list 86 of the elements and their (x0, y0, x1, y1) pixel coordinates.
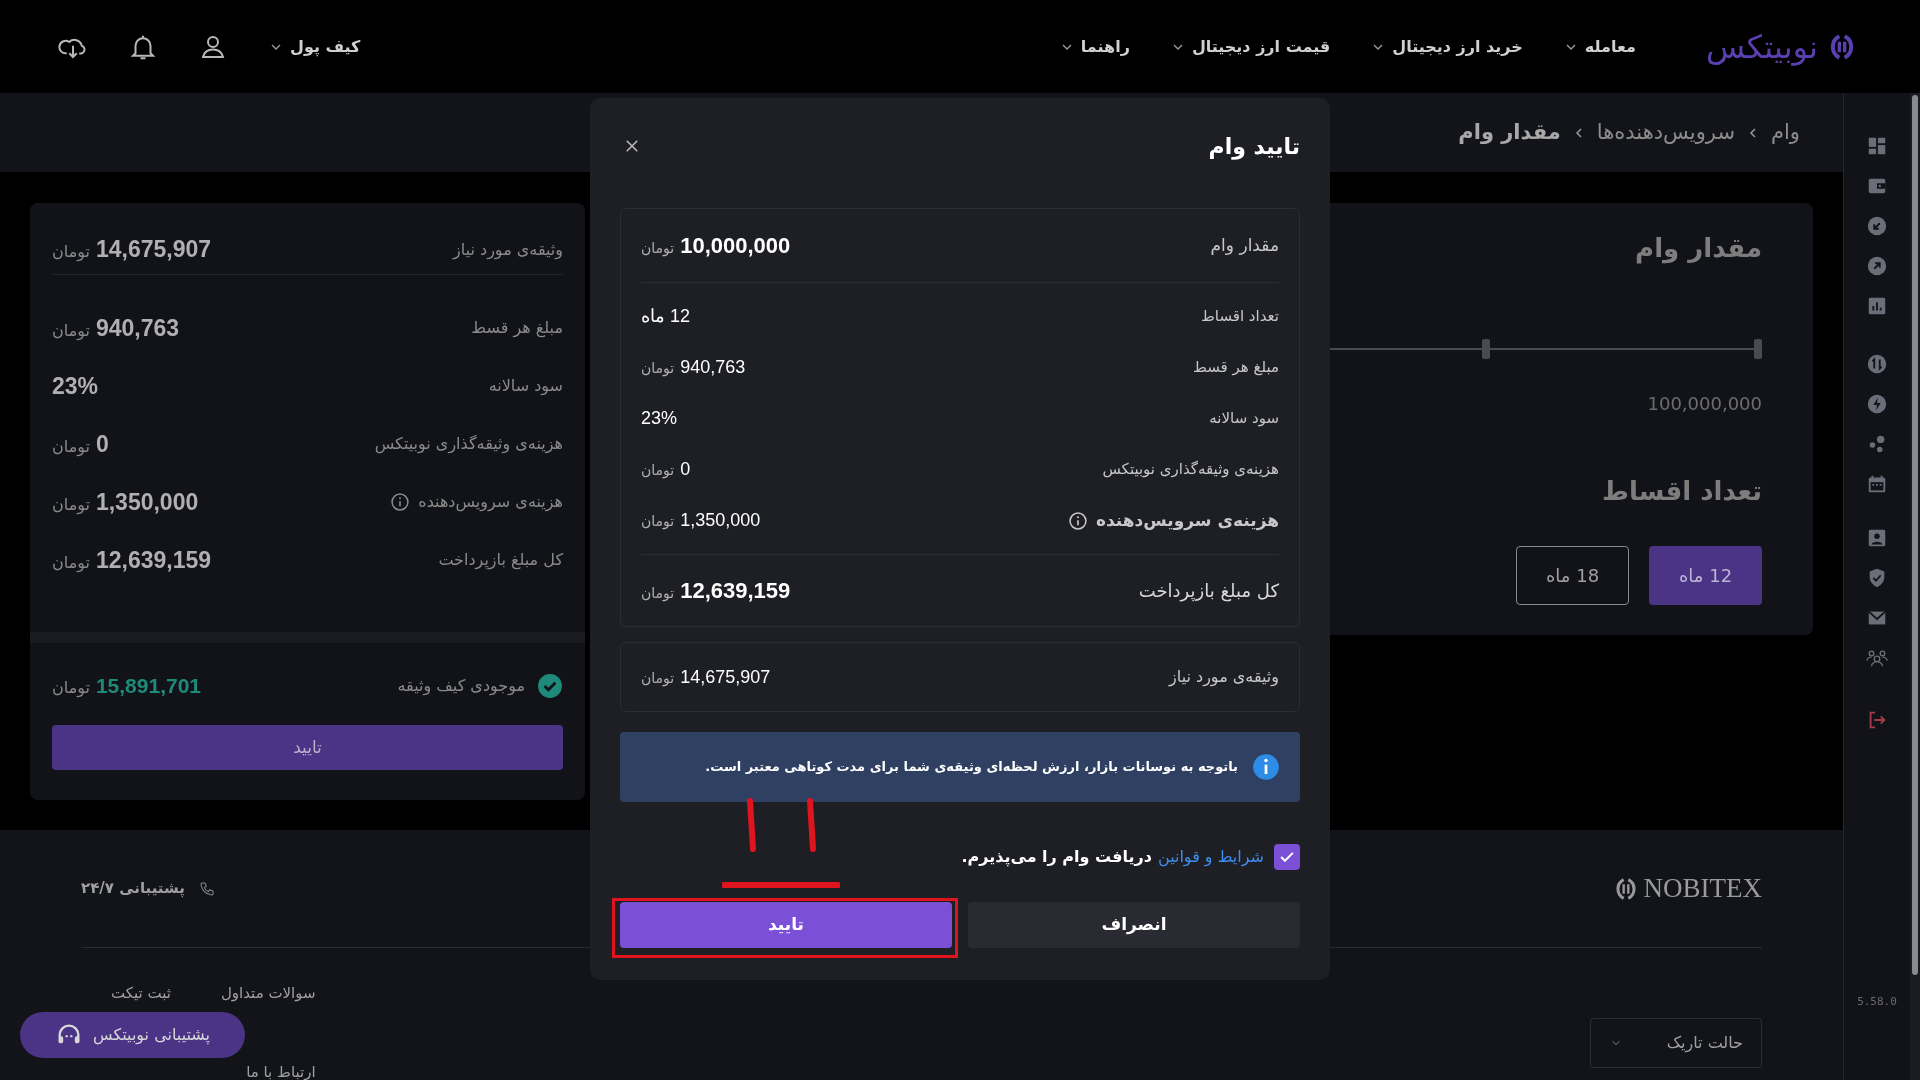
terms-link[interactable]: شرایط و قوانین (1157, 845, 1264, 869)
calendar-icon[interactable] (1866, 473, 1888, 495)
arrow-up-right-circle-icon[interactable] (1866, 255, 1888, 277)
scrollbar-thumb[interactable] (1912, 95, 1918, 975)
amount-value: 14,675,907 (95, 235, 212, 265)
footer-link[interactable]: ارتباط با ما (220, 1060, 316, 1080)
currency-unit: تومان (52, 435, 90, 459)
amount-value: 1,350,000 (680, 509, 761, 532)
phone-icon (198, 880, 215, 897)
version-label: 5.58.0 (1857, 993, 1897, 1010)
nav-menu-item[interactable]: قیمت ارز دیجیتال (1169, 34, 1331, 59)
amount-value: 10,000,000 (680, 232, 791, 260)
footer-link[interactable]: ثبت تیکت (111, 982, 171, 1005)
amount-value: 15,891,701 (95, 673, 202, 700)
amount-value: 23% (641, 407, 678, 430)
row-label: مبلغ هر قسط (1192, 357, 1279, 379)
currency-unit: تومان (52, 677, 90, 700)
breadcrumb-link[interactable]: مقدار وام (1458, 116, 1561, 149)
nav-menu-item[interactable]: خرید ارز دیجیتال (1370, 34, 1523, 59)
currency-unit: تومان (641, 512, 675, 532)
row-label: کل مبلغ بازپرداخت (438, 549, 563, 572)
row-label: مبلغ هر قسط (471, 317, 563, 340)
close-icon (623, 137, 641, 155)
row-label: هزینه‌ی وثیقه‌گذاری نوبیتکس (374, 433, 563, 456)
wallet-menu[interactable]: کیف پول (268, 34, 361, 59)
terms-text: دریافت وام را می‌پذیرم. (961, 846, 1152, 869)
row-label: سود سالانه (488, 375, 563, 398)
theme-dropdown[interactable]: حالت تاریک (1590, 1018, 1762, 1068)
support-chat-button[interactable]: پشتیبانی نوبیتکس (20, 1012, 245, 1058)
section-title: مقدار وام (1635, 232, 1762, 266)
dialog-title: تایید وام (1208, 132, 1300, 162)
currency-unit: تومان (52, 493, 90, 517)
confirm-button[interactable]: تایید (52, 725, 563, 770)
breadcrumb-link[interactable]: سرویس‌دهنده‌ها (1596, 116, 1735, 149)
terms-checkbox[interactable] (1274, 844, 1300, 870)
confirm-button[interactable]: تایید (620, 902, 952, 948)
currency-unit: تومان (641, 584, 675, 604)
section-title: تعداد اقساط (1602, 475, 1762, 508)
amount-value: 12 ماه (641, 305, 691, 328)
amount-value: 14,675,907 (680, 665, 771, 689)
row-label: تعداد اقساط (1200, 306, 1279, 328)
currency-unit: تومان (641, 461, 675, 481)
currency-unit: تومان (52, 241, 90, 264)
arrow-down-left-circle-icon[interactable] (1866, 215, 1888, 237)
currency-unit: تومان (52, 551, 90, 575)
row-label: مقدار وام (1210, 233, 1279, 257)
row-label: هزینه‌ی وثیقه‌گذاری نوبیتکس (1102, 459, 1279, 481)
info-icon[interactable] (1067, 510, 1088, 531)
currency-unit: تومان (641, 239, 675, 259)
row-label: هزینه‌ی سرویس‌دهنده (1095, 508, 1279, 533)
amount-value: 0 (680, 458, 691, 481)
installment-option[interactable]: 18 ماه (1516, 546, 1629, 605)
dashboard-icon[interactable] (1866, 135, 1888, 157)
users-icon[interactable] (1866, 647, 1888, 669)
support-hours-label: پشتیبانی ۲۴/۷ (81, 878, 185, 900)
cancel-button[interactable]: انصراف (968, 902, 1300, 948)
info-icon (1252, 753, 1280, 781)
row-label: وثیقه‌ی مورد نیاز (1169, 666, 1279, 689)
footer-link[interactable]: سوالات متداول (220, 982, 316, 1005)
row-label: سود سالانه (1209, 408, 1279, 430)
row-label: کل مبلغ بازپرداخت (1138, 579, 1279, 604)
row-label: موجودی کیف وثیقه (397, 675, 525, 698)
amount-value: 23% (52, 371, 99, 401)
amount-value: 1,350,000 (95, 487, 199, 517)
currency-unit: تومان (52, 319, 90, 343)
max-amount-label: 100,000,000 (1647, 392, 1762, 416)
contact-card-icon[interactable] (1866, 527, 1888, 549)
nav-menu-item[interactable]: معامله (1562, 34, 1636, 59)
notice-text: باتوجه به نوسانات بازار، ارزش لحظه‌ای وثیقه‌ی شما برای مدت کوتاهی معتبر است. (705, 758, 1238, 777)
bar-chart-icon[interactable] (1866, 295, 1888, 317)
nav-menu-item[interactable]: راهنما (1058, 34, 1130, 59)
amount-value: 12,639,159 (95, 545, 212, 575)
amount-value: 940,763 (680, 356, 746, 379)
lightning-circle-icon[interactable] (1866, 393, 1888, 415)
amount-value: 940,763 (95, 313, 180, 343)
row-label: وثیقه‌ی مورد نیاز (453, 238, 563, 262)
currency-unit: تومان (641, 668, 675, 689)
amount-value: 12,639,159 (680, 577, 791, 605)
currency-unit: تومان (641, 359, 675, 379)
amount-value: 0 (95, 429, 109, 459)
brand-logo-text[interactable]: NOBITEX (1643, 868, 1762, 909)
info-icon[interactable] (390, 492, 411, 512)
row-label: هزینه‌ی سرویس‌دهنده (418, 491, 563, 514)
breadcrumb-link[interactable]: وام (1771, 116, 1800, 149)
installment-option[interactable]: 12 ماه (1649, 546, 1762, 605)
swap-circle-icon[interactable] (1866, 353, 1888, 375)
